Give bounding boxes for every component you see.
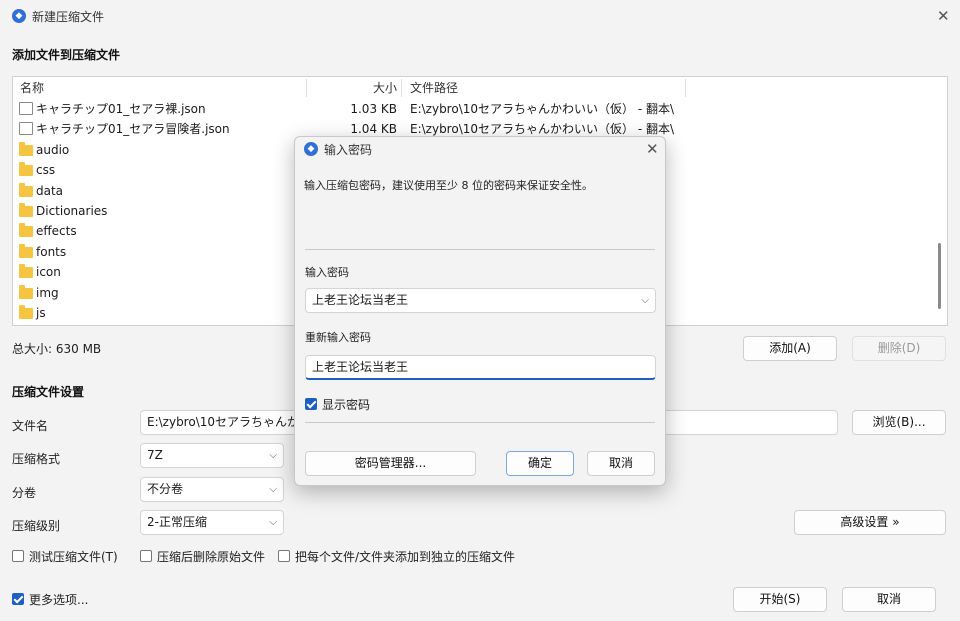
delete-source-checkbox[interactable] <box>140 550 152 562</box>
dialog-description: 输入压缩包密码，建议使用至少 8 位的密码来保证安全性。 <box>304 179 593 192</box>
settings-section-title: 压缩文件设置 <box>12 385 85 399</box>
volume-select[interactable]: 不分卷 ⌵ <box>140 477 284 502</box>
chevron-down-icon: ⌵ <box>269 484 277 495</box>
cancel-button[interactable]: 取消 <box>842 587 936 612</box>
table-row[interactable]: キャラチップ01_セアラ裸.json 1.03 KB E:\zybro\10セアラち… <box>13 99 947 119</box>
show-password-label[interactable]: 显示密码 <box>322 396 370 413</box>
dialog-cancel-button[interactable]: 取消 <box>587 451 655 476</box>
more-options-label[interactable]: 更多选项... <box>29 591 88 608</box>
password-manager-button[interactable]: 密码管理器... <box>305 451 476 476</box>
row-name: css <box>36 163 56 178</box>
file-list-scrollbar[interactable] <box>938 243 941 309</box>
row-name: js <box>36 306 46 320</box>
folder-icon <box>19 203 33 217</box>
password-value: 上老王论坛当老王 <box>312 293 409 307</box>
folder-icon <box>19 182 33 197</box>
dialog-close-icon[interactable]: ✕ <box>646 142 659 157</box>
volume-label: 分卷 <box>12 486 37 500</box>
row-name: data <box>36 183 64 198</box>
folder-icon <box>19 162 33 177</box>
more-options-checkbox[interactable] <box>12 593 24 605</box>
chevron-down-icon: ⌵ <box>269 517 277 528</box>
confirm-password-input[interactable]: 上老王论坛当老王 <box>305 355 656 380</box>
window-title: 新建压缩文件 <box>32 10 105 24</box>
dialog-divider <box>305 422 655 423</box>
folder-icon <box>19 243 33 258</box>
total-size: 总大小: 630 MB <box>12 342 102 356</box>
folder-icon <box>19 305 33 319</box>
folder-icon <box>19 264 33 279</box>
column-header-path[interactable]: 文件路径 <box>410 77 458 99</box>
column-separator[interactable] <box>306 79 307 97</box>
password-label: 输入密码 <box>305 266 349 279</box>
test-archive-label[interactable]: 测试压缩文件(T) <box>29 548 118 565</box>
folder-icon <box>19 141 33 156</box>
add-button[interactable]: 添加(A) <box>743 336 837 361</box>
file-icon <box>19 122 33 136</box>
ok-button[interactable]: 确定 <box>506 451 574 476</box>
column-header-size[interactable]: 大小 <box>373 77 397 99</box>
delete-button[interactable]: 删除(D) <box>852 336 946 361</box>
row-name: icon <box>36 265 61 280</box>
separate-archives-label[interactable]: 把每个文件/文件夹添加到独立的压缩文件 <box>295 548 515 565</box>
row-name: fonts <box>36 244 67 259</box>
filename-label: 文件名 <box>12 419 49 433</box>
column-separator[interactable] <box>685 79 686 97</box>
separate-archives-checkbox[interactable] <box>278 550 290 562</box>
level-label: 压缩级别 <box>12 519 61 533</box>
show-password-checkbox[interactable] <box>305 398 317 410</box>
browse-button[interactable]: 浏览(B)... <box>852 410 946 435</box>
password-input[interactable]: 上老王论坛当老王 ⌵ <box>305 288 656 313</box>
confirm-password-label: 重新输入密码 <box>305 331 371 344</box>
folder-icon <box>19 223 33 238</box>
advanced-settings-button[interactable]: 高级设置 » <box>794 510 946 535</box>
level-value: 2-正常压缩 <box>147 515 207 529</box>
format-value: 7Z <box>147 448 163 462</box>
volume-value: 不分卷 <box>147 482 184 496</box>
dialog-title: 输入密码 <box>324 143 373 157</box>
dialog-app-icon: ◆ <box>304 142 318 156</box>
row-name: Dictionaries <box>36 204 108 218</box>
chevron-down-icon: ⌵ <box>641 295 649 306</box>
format-label: 压缩格式 <box>12 452 61 466</box>
test-archive-checkbox[interactable] <box>12 550 24 562</box>
row-name: キャラチップ01_セアラ裸.json <box>36 102 206 116</box>
row-name: audio <box>36 142 70 157</box>
delete-source-label[interactable]: 压缩后删除原始文件 <box>157 548 265 565</box>
row-size: 1.03 KB <box>350 102 397 116</box>
chevron-down-icon: ⌵ <box>269 450 277 461</box>
row-path: E:\zybro\10セアラちゃんかわいい（仮） - 翻本\ <box>410 102 675 116</box>
folder-icon <box>19 284 33 299</box>
column-header-name[interactable]: 名称 <box>20 77 44 99</box>
files-section-title: 添加文件到压缩文件 <box>12 48 121 62</box>
start-button[interactable]: 开始(S) <box>733 587 827 612</box>
file-icon <box>19 102 33 115</box>
level-select[interactable]: 2-正常压缩 ⌵ <box>140 510 284 535</box>
dialog-divider <box>305 249 655 250</box>
password-dialog[interactable]: ◆ 输入密码 ✕ 输入压缩包密码，建议使用至少 8 位的密码来保证安全性。 输入… <box>294 136 666 486</box>
row-name: キャラチップ01_セアラ冒険者.json <box>36 122 230 137</box>
row-name: img <box>36 285 59 300</box>
row-name: effects <box>36 224 77 239</box>
app-icon: ◆ <box>12 9 26 23</box>
window-close-icon[interactable]: ✕ <box>937 9 950 24</box>
format-select[interactable]: 7Z ⌵ <box>140 443 284 468</box>
column-separator[interactable] <box>401 79 402 97</box>
